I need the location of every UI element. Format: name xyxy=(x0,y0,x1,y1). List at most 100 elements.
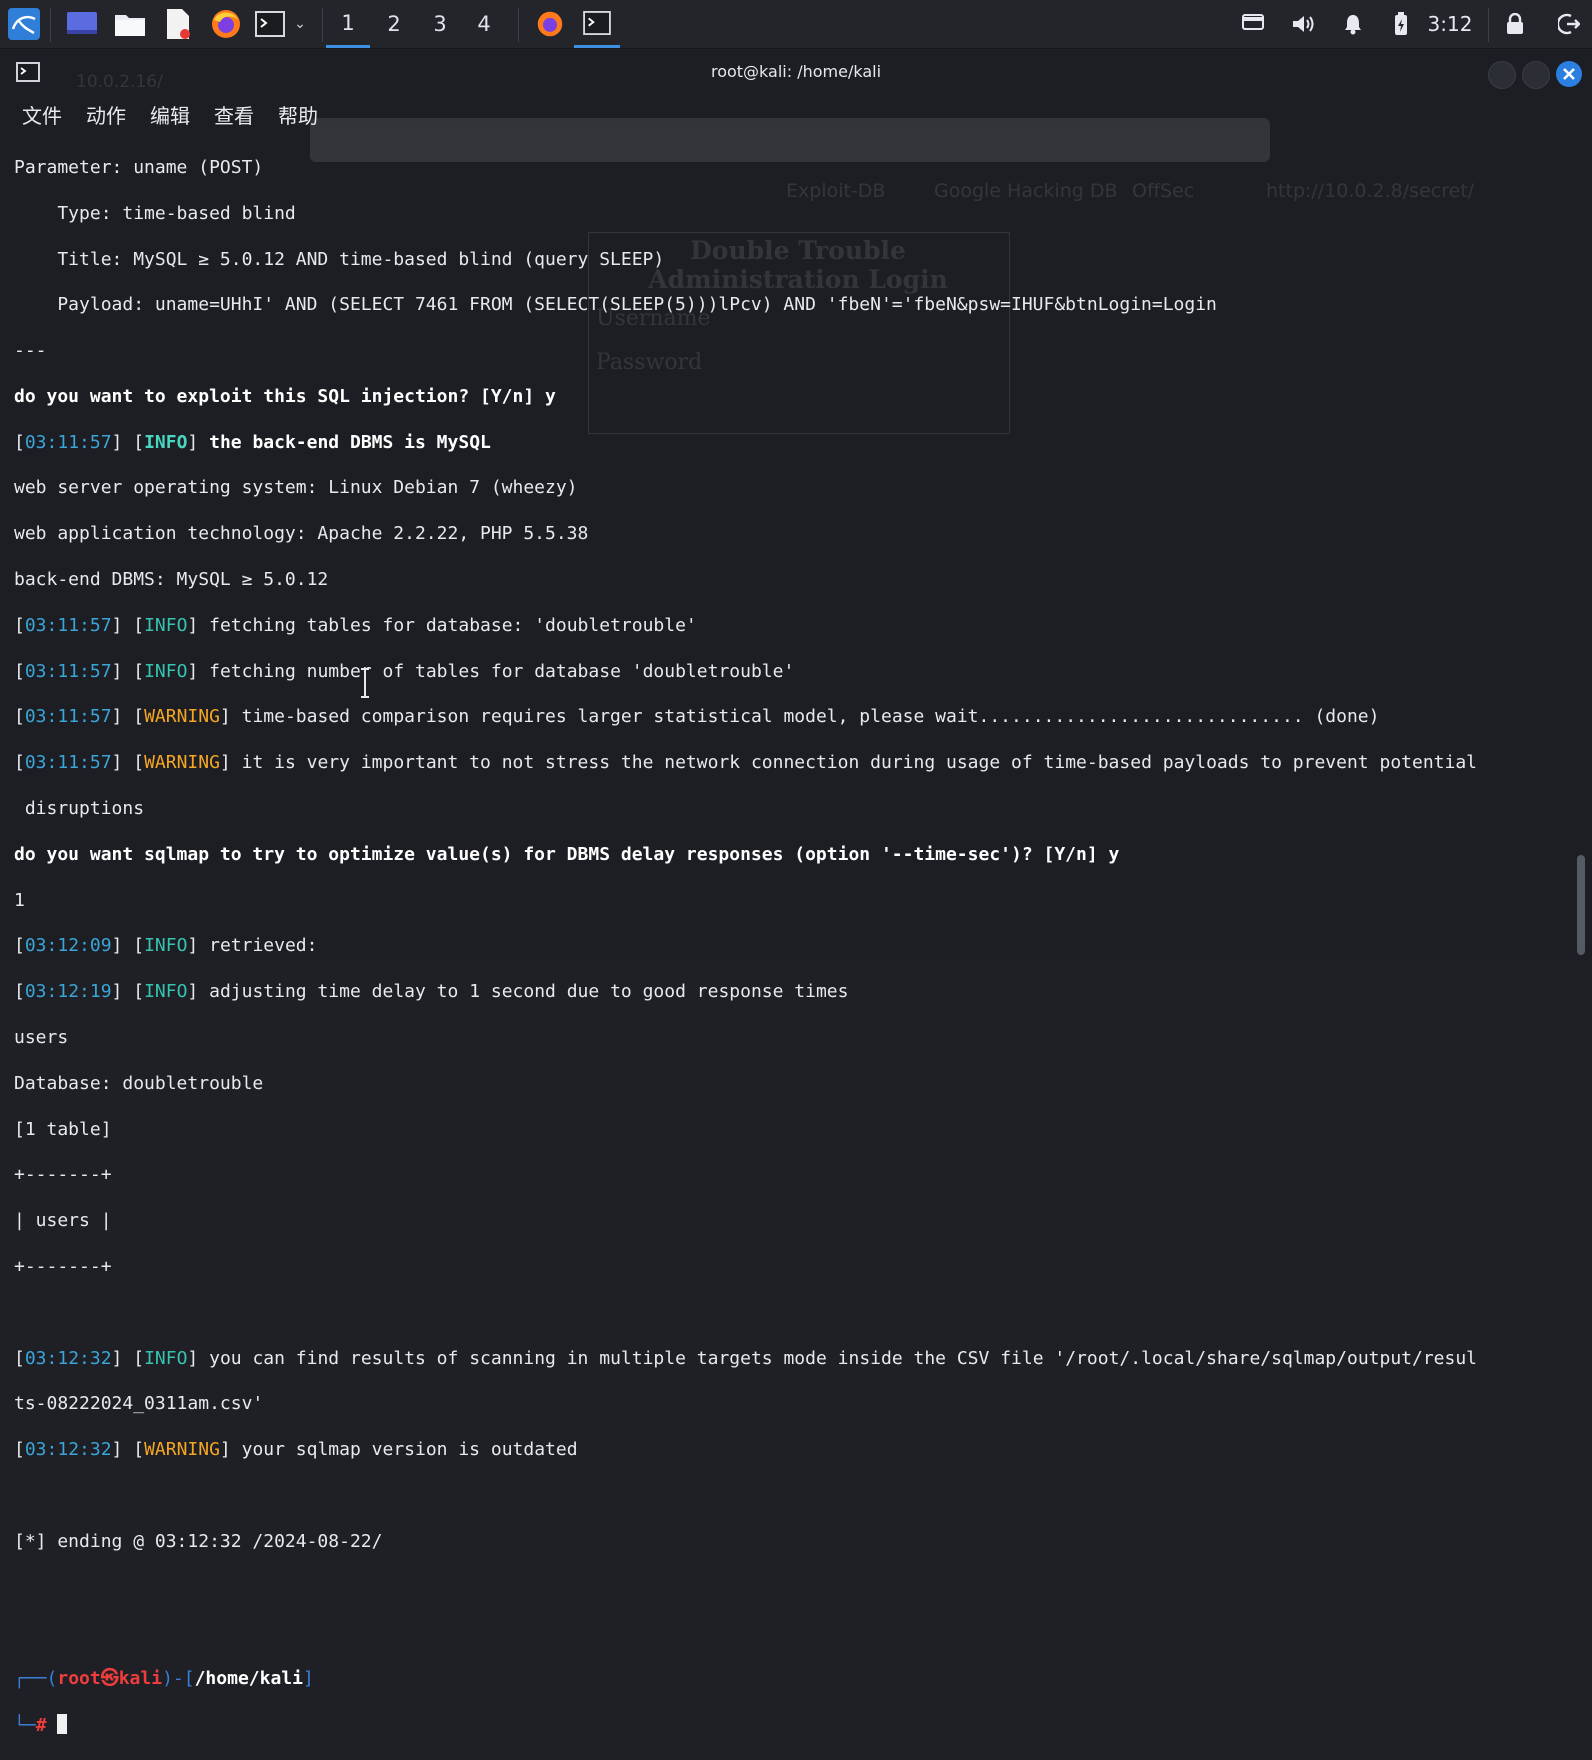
terminal-line: --- xyxy=(14,340,47,362)
log-tag: INFO xyxy=(144,660,188,682)
terminal-output[interactable]: Parameter: uname (POST) Type: time-based… xyxy=(14,134,1574,1760)
terminal-log-line: [03:11:57] [WARNING] it is very importan… xyxy=(14,752,1478,774)
close-button[interactable] xyxy=(1556,61,1582,87)
mouse-ibeam-cursor-icon xyxy=(361,668,369,698)
terminal-log-line: [03:12:32] [INFO] you can find results o… xyxy=(14,1347,1478,1369)
workspace-2[interactable]: 2 xyxy=(372,0,416,48)
log-timestamp: 03:11:57 xyxy=(24,431,112,453)
log-message: retrieved: xyxy=(198,935,318,957)
menu-actions[interactable]: 动作 xyxy=(74,96,138,136)
terminal-line: web server operating system: Linux Debia… xyxy=(14,477,578,499)
table-row: | users | xyxy=(14,1210,112,1232)
terminal-window-icon[interactable] xyxy=(574,0,620,48)
terminal-line: [1 table] xyxy=(14,1118,112,1140)
log-message: the back-end DBMS is MySQL xyxy=(198,431,491,453)
log-timestamp: 03:11:57 xyxy=(24,706,112,728)
battery-icon[interactable] xyxy=(1386,0,1416,48)
table-border: +-------+ xyxy=(14,1164,112,1186)
minimize-button[interactable] xyxy=(1488,61,1516,89)
workspace-4[interactable]: 4 xyxy=(462,0,506,48)
terminal-launcher-icon[interactable] xyxy=(252,0,288,48)
log-tag: INFO xyxy=(144,981,188,1003)
terminal-log-line: [03:11:57] [INFO] fetching number of tab… xyxy=(14,660,795,682)
shell-prompt-line: ┌──(root㉿kali)-[/home/kali] xyxy=(14,1668,314,1690)
log-timestamp: 03:12:32 xyxy=(24,1439,112,1461)
log-tag: WARNING xyxy=(144,1439,220,1461)
log-tag: INFO xyxy=(144,1347,188,1369)
log-timestamp: 03:11:57 xyxy=(24,752,112,774)
logout-icon[interactable] xyxy=(1552,0,1586,48)
window-titlebar[interactable]: root@kali: /home/kali xyxy=(0,50,1592,96)
log-tag: INFO xyxy=(144,935,188,957)
log-message: your sqlmap version is outdated xyxy=(230,1439,578,1461)
prompt-user: root xyxy=(57,1668,101,1690)
log-timestamp: 03:12:19 xyxy=(24,981,112,1003)
file-manager-icon[interactable] xyxy=(110,0,150,48)
terminal-line: Parameter: uname (POST) xyxy=(14,156,264,178)
shell-input-line[interactable]: └─# xyxy=(14,1714,1574,1737)
firefox-icon[interactable] xyxy=(206,0,246,48)
terminal-log-line: [03:12:32] [WARNING] your sqlmap version… xyxy=(14,1439,578,1461)
taskbar: ⌄ 1 2 3 4 3:12 xyxy=(0,0,1592,49)
firefox-window-icon[interactable] xyxy=(530,0,570,48)
log-tag: INFO xyxy=(144,614,188,636)
prompt-path: /home/kali xyxy=(194,1668,303,1690)
notification-bell-icon[interactable] xyxy=(1336,0,1370,48)
log-tag: WARNING xyxy=(144,752,220,774)
log-message: adjusting time delay to 1 second due to … xyxy=(198,981,849,1003)
chevron-down-icon[interactable]: ⌄ xyxy=(290,0,310,48)
menu-file[interactable]: 文件 xyxy=(10,96,74,136)
terminal-log-line: [03:11:57] [INFO] the back-end DBMS is M… xyxy=(14,431,491,453)
terminal-prompt-line: do you want to exploit this SQL injectio… xyxy=(14,385,556,407)
terminal-line: ts-08222024_0311am.csv' xyxy=(14,1393,264,1415)
terminal-line: Database: doubletrouble xyxy=(14,1072,264,1094)
log-tag: INFO xyxy=(144,431,188,453)
log-timestamp: 03:12:32 xyxy=(24,1347,112,1369)
terminal-line: back-end DBMS: MySQL ≥ 5.0.12 xyxy=(14,569,329,591)
log-message: time-based comparison requires larger st… xyxy=(230,706,1380,728)
text-cursor xyxy=(57,1714,68,1734)
close-icon xyxy=(1563,68,1575,80)
menu-view[interactable]: 查看 xyxy=(202,96,266,136)
terminal-line: Payload: uname=UHhI' AND (SELECT 7461 FR… xyxy=(14,294,1217,316)
display-icon[interactable] xyxy=(1236,0,1270,48)
prompt-host: kali xyxy=(118,1668,163,1690)
terminal-line: Type: time-based blind xyxy=(14,202,296,224)
prompt-at-symbol: ㉿ xyxy=(100,1668,119,1690)
terminal-prompt-line: do you want sqlmap to try to optimize va… xyxy=(14,843,1120,865)
terminal-log-line: [03:12:19] [INFO] adjusting time delay t… xyxy=(14,981,849,1003)
scrollbar[interactable] xyxy=(1577,855,1585,955)
prompt-symbol: # xyxy=(35,1715,47,1736)
terminal-line: Title: MySQL ≥ 5.0.12 AND time-based bli… xyxy=(14,248,665,270)
terminal-log-line: [03:12:09] [INFO] retrieved: xyxy=(14,935,318,957)
volume-icon[interactable] xyxy=(1286,0,1320,48)
log-message: you can find results of scanning in mult… xyxy=(198,1347,1478,1369)
terminal-log-line: [03:11:57] [INFO] fetching tables for da… xyxy=(14,614,697,636)
log-timestamp: 03:11:57 xyxy=(24,614,112,636)
workspace-3[interactable]: 3 xyxy=(418,0,462,48)
menu-help[interactable]: 帮助 xyxy=(266,96,330,136)
terminal-line: [*] ending @ 03:12:32 /2024-08-22/ xyxy=(14,1530,383,1552)
terminal-log-line: [03:11:57] [WARNING] time-based comparis… xyxy=(14,706,1380,728)
desktop-icon[interactable] xyxy=(62,0,102,48)
lock-icon[interactable] xyxy=(1500,0,1530,48)
log-timestamp: 03:11:57 xyxy=(24,660,112,682)
workspace-1[interactable]: 1 xyxy=(326,0,370,48)
kali-menu-icon[interactable] xyxy=(4,0,44,48)
terminal-line: users xyxy=(14,1027,69,1049)
log-message: fetching tables for database: 'doubletro… xyxy=(198,614,697,636)
text-editor-icon[interactable] xyxy=(158,0,198,48)
menu-bar: 文件 动作 编辑 查看 帮助 xyxy=(10,96,330,136)
terminal-line: disruptions xyxy=(14,798,145,820)
terminal-line: web application technology: Apache 2.2.2… xyxy=(14,523,589,545)
terminal-line: 1 xyxy=(14,889,25,911)
log-tag: WARNING xyxy=(144,706,220,728)
maximize-button[interactable] xyxy=(1522,61,1550,89)
menu-edit[interactable]: 编辑 xyxy=(138,96,202,136)
clock[interactable]: 3:12 xyxy=(1420,0,1480,48)
window-title: root@kali: /home/kali xyxy=(710,62,882,81)
log-message: fetching number of tables for database '… xyxy=(198,660,795,682)
